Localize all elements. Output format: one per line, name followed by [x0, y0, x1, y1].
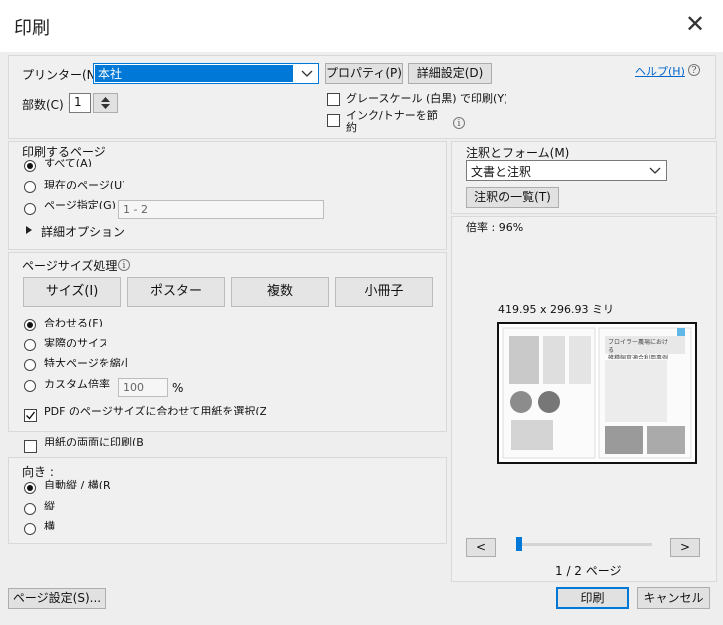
percent-label: % — [172, 381, 184, 395]
preview-heading: ブロイラー農場における 雑種飼育適合利用事例 — [608, 339, 669, 359]
scale-label: 倍率 : 96% — [466, 221, 524, 234]
advanced-button[interactable]: 詳細設定(D) — [408, 63, 492, 84]
sizing-info-icon[interactable]: i — [118, 259, 130, 271]
comments-value: 文書と注釈 — [471, 165, 532, 179]
chevron-down-icon — [649, 167, 661, 174]
grayscale-checkbox[interactable] — [327, 93, 340, 106]
page-slider-thumb[interactable] — [516, 537, 522, 551]
booklet-button[interactable]: 小冊子 — [335, 277, 433, 307]
expand-arrow-icon[interactable] — [25, 226, 33, 234]
orient-auto-label: 自動縦 / 横(R) — [44, 479, 110, 489]
help-icon[interactable]: ? — [688, 64, 700, 76]
copies-value: 1 — [74, 95, 82, 109]
copies-input[interactable]: 1 — [69, 93, 91, 113]
info-icon[interactable]: i — [453, 117, 465, 129]
spinner-arrows-icon — [101, 97, 110, 109]
pages-range-radio[interactable] — [24, 203, 36, 215]
duplex-checkbox[interactable] — [24, 440, 37, 453]
pages-range-input[interactable]: 1 - 2 — [118, 200, 324, 219]
custom-scale-radio[interactable] — [24, 380, 36, 392]
orient-landscape-label: 横 — [44, 520, 55, 530]
actual-size-label: 実際のサイズ — [44, 337, 106, 347]
properties-button[interactable]: プロパティ(P) — [325, 63, 403, 84]
cancel-button[interactable]: キャンセル — [637, 587, 710, 609]
more-options-link[interactable]: 詳細オプション — [41, 223, 125, 240]
orient-portrait-label: 縦 — [44, 500, 55, 510]
shrink-radio[interactable] — [24, 359, 36, 371]
paper-size-label: 419.95 x 296.93 ミリ — [498, 303, 614, 316]
comments-header: 注釈とフォーム(M) — [466, 146, 570, 160]
custom-scale-label: カスタム倍率 — [44, 378, 110, 388]
title-bar — [0, 0, 723, 52]
print-button[interactable]: 印刷 — [556, 587, 629, 609]
poster-button[interactable]: ポスター — [127, 277, 225, 307]
comments-select[interactable]: 文書と注釈 — [466, 160, 667, 181]
orient-landscape-radio[interactable] — [24, 523, 36, 535]
pages-current-radio[interactable] — [24, 181, 36, 193]
page-slider-track — [516, 543, 652, 546]
next-page-button[interactable]: > — [670, 538, 700, 557]
pages-range-label: ページ指定(G) — [44, 199, 116, 209]
actual-size-radio[interactable] — [24, 339, 36, 351]
copies-label: 部数(C) : — [22, 98, 72, 112]
help-link[interactable]: ヘルプ(H) — [635, 63, 685, 79]
pages-current-label: 現在のページ(U) — [44, 179, 124, 189]
checkmark-icon — [26, 411, 36, 420]
custom-scale-input[interactable]: 100 — [118, 378, 168, 397]
orient-auto-radio[interactable] — [24, 482, 36, 494]
fit-radio[interactable] — [24, 319, 36, 331]
printer-value: 本社 — [98, 67, 123, 81]
prev-page-button[interactable]: < — [466, 538, 496, 557]
page-indicator: 1 / 2 ページ — [555, 564, 622, 578]
multiple-button[interactable]: 複数 — [231, 277, 329, 307]
ink-save-label: インク/トナーを節約 — [346, 110, 438, 134]
ink-save-checkbox[interactable] — [327, 114, 340, 127]
orient-portrait-radio[interactable] — [24, 503, 36, 515]
sizing-header: ページサイズ処理 — [22, 259, 118, 273]
grayscale-label: グレースケール (白黒) で印刷(Y) — [346, 92, 506, 104]
duplex-label: 用紙の両面に印刷(B) — [44, 436, 144, 446]
chevron-down-icon — [301, 70, 313, 77]
comments-summary-button[interactable]: 注釈の一覧(T) — [466, 187, 559, 208]
pages-all-radio[interactable] — [24, 160, 36, 172]
pages-all-label: すべて(A) — [44, 157, 92, 167]
shrink-label: 特大ページを縮小 — [44, 357, 128, 367]
fit-label: 合わせる(F) — [44, 317, 103, 327]
close-icon[interactable]: ✕ — [682, 12, 708, 38]
size-button[interactable]: サイズ(I) — [23, 277, 121, 307]
page-setup-button[interactable]: ページ設定(S)... — [8, 588, 106, 609]
copies-spinner[interactable] — [93, 93, 118, 113]
printer-select[interactable]: 本社 — [93, 63, 319, 84]
choose-paper-label: PDF のページサイズに合わせて用紙を選択(Z) — [44, 405, 266, 415]
dialog-title: 印刷 — [14, 18, 50, 39]
